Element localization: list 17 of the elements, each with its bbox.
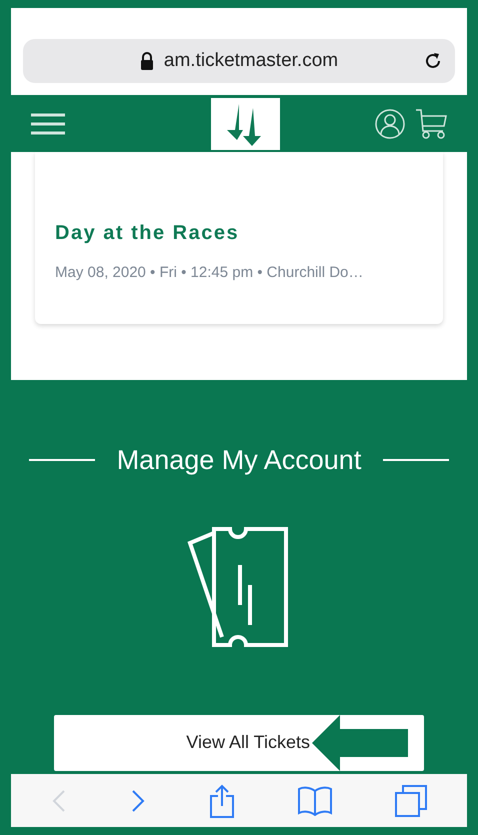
- account-icon[interactable]: [375, 108, 405, 138]
- event-title: Day at the Races: [55, 221, 240, 246]
- address-field[interactable]: am.ticketmaster.com: [23, 39, 455, 83]
- cart-icon[interactable]: [415, 108, 447, 138]
- share-icon[interactable]: [208, 784, 235, 818]
- event-card[interactable]: Day at the Races May 08, 2020 • Fri • 12:45 pm • Churchill Do…: [35, 152, 443, 324]
- event-details: May 08, 2020 • Fri • 12:45 pm • Churchill Do…: [55, 263, 364, 283]
- lock-icon: [140, 52, 154, 70]
- logo-icon[interactable]: [210, 98, 280, 150]
- reload-icon[interactable]: [423, 51, 443, 71]
- book-icon[interactable]: [298, 786, 332, 816]
- view-tickets-button[interactable]: View All Tickets: [54, 714, 424, 770]
- section-heading: Manage My Account: [116, 444, 362, 477]
- forward-icon[interactable]: [130, 788, 146, 812]
- menu-icon[interactable]: [31, 112, 65, 134]
- url-text: am.ticketmaster.com: [164, 48, 338, 73]
- tabs-icon[interactable]: [395, 784, 428, 816]
